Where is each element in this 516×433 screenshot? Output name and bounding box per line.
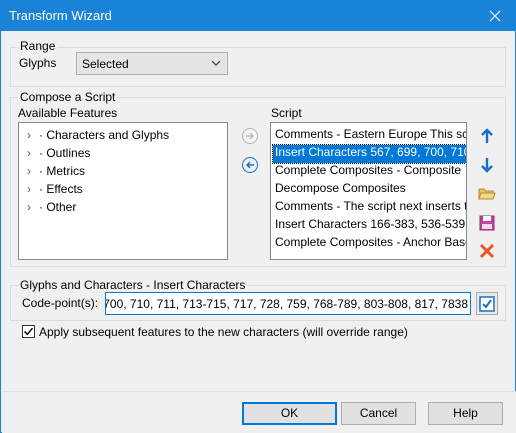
chevron-right-icon[interactable]: › [27, 164, 39, 178]
chevron-down-icon [211, 60, 221, 66]
available-features-tree[interactable]: › · Characters and Glyphs › · Outlines › · … [18, 122, 228, 260]
script-label: Script [271, 106, 302, 120]
compose-legend: Compose a Script [18, 90, 118, 104]
feature-item[interactable]: › · Characters and Glyphs [27, 128, 169, 146]
arrow-up-icon [481, 128, 493, 143]
arrow-right-icon [242, 128, 258, 144]
close-button[interactable] [475, 1, 515, 31]
ok-button[interactable]: OK [242, 402, 337, 425]
cancel-button[interactable]: Cancel [341, 402, 416, 425]
feature-item[interactable]: › · Metrics [27, 164, 85, 182]
script-item[interactable]: Comments - The script next inserts t [273, 199, 466, 217]
transform-wizard-window: Transform Wizard Range Glyphs Selected C… [0, 0, 516, 433]
codepoints-value: 567, 699, 700, 710, 711, 713-715, 717, 7… [105, 297, 468, 311]
script-item[interactable]: Complete Composites - Composite [273, 163, 461, 181]
title-bar[interactable]: Transform Wizard [1, 1, 515, 31]
feature-item[interactable]: › · Other [27, 200, 76, 218]
save-script-button[interactable] [476, 212, 498, 234]
help-button[interactable]: Help [428, 402, 503, 425]
available-features-label: Available Features [18, 106, 118, 120]
feature-item[interactable]: › · Effects [27, 182, 83, 200]
delete-icon [479, 243, 495, 259]
dialog-footer: OK Cancel Help [2, 391, 516, 433]
range-legend: Range [18, 39, 58, 53]
script-item-selected[interactable]: Insert Characters 567, 699, 700, 710, 71… [272, 144, 466, 164]
apply-subsequent-checkbox[interactable] [22, 325, 35, 338]
chevron-right-icon[interactable]: › [27, 128, 39, 142]
glyphs-range-select[interactable]: Selected [76, 52, 228, 75]
glyphs-range-value: Selected [82, 57, 129, 71]
open-script-button[interactable] [476, 183, 498, 205]
glyphs-label: Glyphs [19, 56, 57, 70]
codepoints-input[interactable]: 567, 699, 700, 710, 711, 713-715, 717, 7… [105, 292, 471, 315]
remove-feature-button[interactable] [239, 154, 261, 176]
script-list[interactable]: Comments - Eastern Europe This script In… [270, 122, 467, 260]
feature-item[interactable]: › · Outlines [27, 146, 90, 164]
checkmark-icon [479, 295, 495, 312]
insert-characters-legend: Glyphs and Characters - Insert Character… [18, 278, 248, 292]
move-down-button[interactable] [476, 154, 498, 176]
folder-open-icon [478, 188, 496, 200]
script-item[interactable]: Complete Composites - Anchor Base [273, 235, 466, 253]
script-item[interactable]: Decompose Composites [273, 181, 406, 199]
codepoints-label: Code-point(s): [22, 296, 99, 310]
apply-subsequent-label[interactable]: Apply subsequent features to the new cha… [39, 325, 408, 339]
edit-codepoints-button[interactable] [476, 292, 498, 315]
chevron-right-icon[interactable]: › [27, 200, 39, 214]
close-icon [489, 10, 501, 22]
move-up-button[interactable] [476, 125, 498, 147]
chevron-right-icon[interactable]: › [27, 146, 39, 160]
chevron-right-icon[interactable]: › [27, 182, 39, 196]
checkmark-icon [23, 327, 34, 336]
delete-script-item-button[interactable] [476, 240, 498, 262]
arrow-down-icon [481, 158, 493, 173]
save-icon [479, 215, 495, 231]
script-item[interactable]: Comments - Eastern Europe This script [273, 127, 466, 145]
add-feature-button[interactable] [239, 125, 261, 147]
window-title: Transform Wizard [9, 8, 112, 23]
script-item[interactable]: Insert Characters 166-383, 536-539, 5 [273, 217, 466, 235]
arrow-left-icon [242, 157, 258, 173]
